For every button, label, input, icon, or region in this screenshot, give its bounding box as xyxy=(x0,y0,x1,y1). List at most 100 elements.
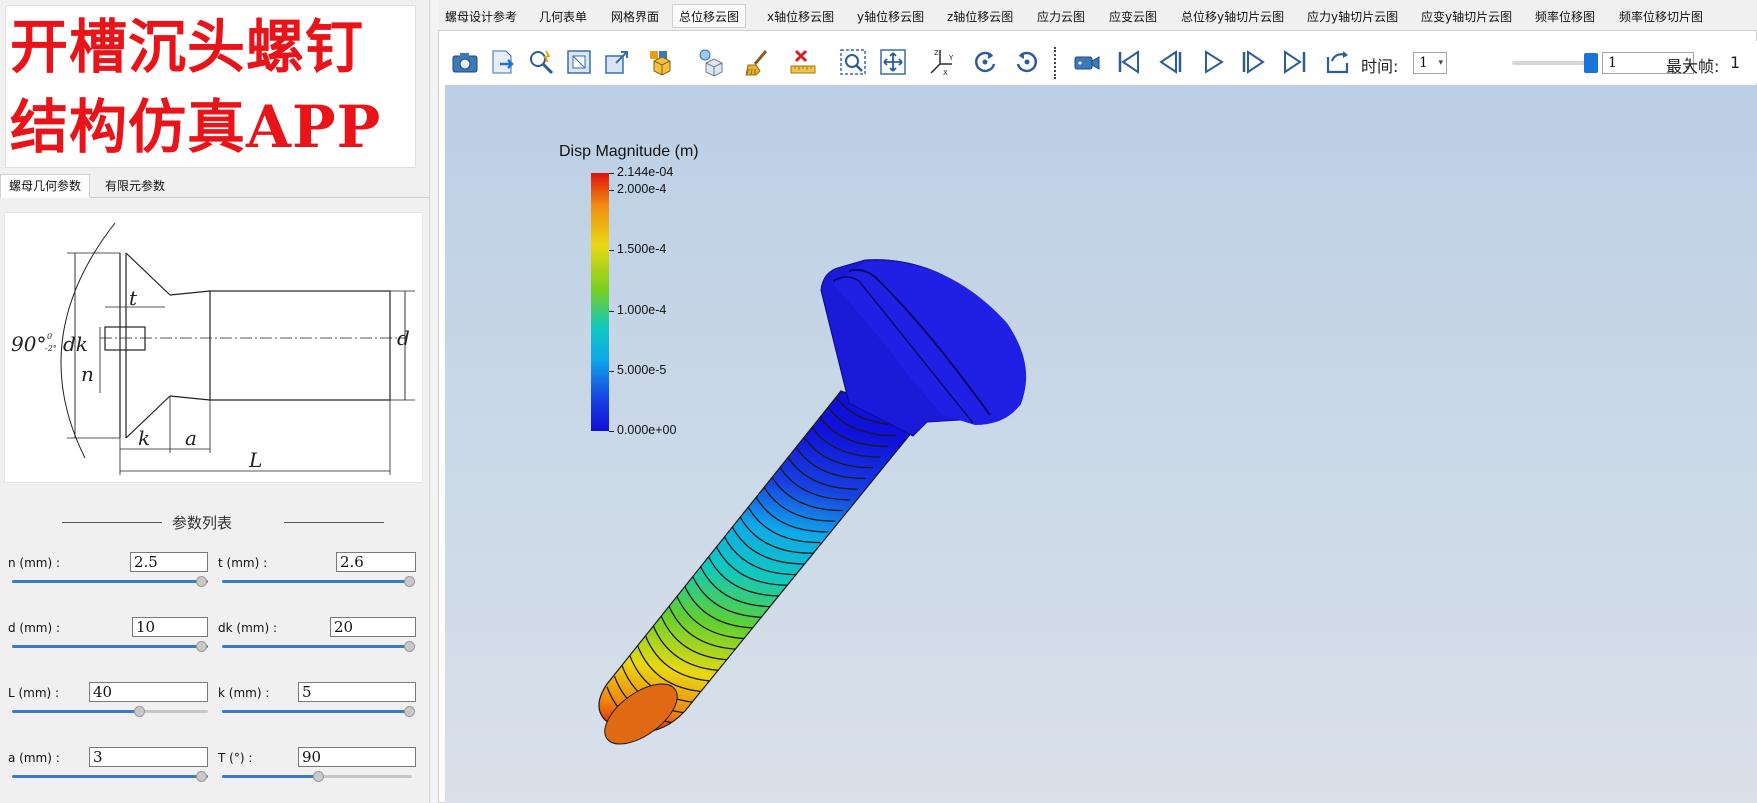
tab-total-displacement[interactable]: 总位移云图 xyxy=(672,4,747,28)
param-k-slider-thumb[interactable] xyxy=(404,706,415,717)
param-n-slider-track[interactable] xyxy=(12,580,208,583)
screw-diagram-drawing: 90° 0 -2° dk t n d k a L xyxy=(11,222,415,475)
screw-dimension-diagram: 90° 0 -2° dk t n d k a L xyxy=(4,212,423,483)
title-rule-right xyxy=(284,522,384,523)
chevron-down-icon: ▾ xyxy=(1438,58,1443,68)
param-T-slider-fill[interactable] xyxy=(222,775,318,778)
banner-title-line-1: 开槽沉头螺钉 xyxy=(10,13,365,81)
tab-frequency-displacement[interactable]: 频率位移图 xyxy=(1528,4,1602,28)
light-icon[interactable] xyxy=(694,45,728,79)
param-dk-slider-thumb[interactable] xyxy=(404,641,415,652)
loop-icon[interactable] xyxy=(1320,45,1354,79)
frame-slider-track[interactable] xyxy=(1512,61,1594,65)
tab-strain[interactable]: 应变云图 xyxy=(1102,4,1164,28)
tab-nut-geometry-params[interactable]: 螺母几何参数 xyxy=(0,174,91,198)
cube-color-icon[interactable] xyxy=(644,45,678,79)
param-t-slider-thumb[interactable] xyxy=(404,576,415,587)
tab-total-displacement-y-slice[interactable]: 总位移y轴切片云图 xyxy=(1174,4,1291,28)
param-t-slider-track[interactable] xyxy=(222,580,412,583)
prev-frame-icon[interactable] xyxy=(1154,45,1188,79)
play-icon[interactable] xyxy=(1196,45,1230,79)
diagram-n-label: n xyxy=(81,362,94,386)
clear-brush-icon[interactable] xyxy=(740,45,774,79)
param-list-title: 参数列表 xyxy=(172,514,233,532)
tab-x-displacement[interactable]: x轴位移云图 xyxy=(760,4,841,28)
diagram-a-label: a xyxy=(185,426,197,450)
last-frame-icon[interactable] xyxy=(1278,45,1312,79)
zoom-box-icon[interactable] xyxy=(836,45,870,79)
param-list-header: 参数列表 xyxy=(62,510,384,534)
axes-icon[interactable]: Z YX xyxy=(924,45,958,79)
tab-strain-y-slice[interactable]: 应变y轴切片云图 xyxy=(1414,4,1519,28)
max-frame-label: 最大帧: xyxy=(1666,57,1720,76)
screw-fea-model[interactable] xyxy=(445,85,1757,803)
param-L-label: L (mm) : xyxy=(8,686,60,700)
param-T: T (°) : 90 xyxy=(218,747,418,795)
param-T-slider-rest[interactable] xyxy=(318,775,412,778)
param-d-input[interactable]: 10 xyxy=(132,617,208,637)
result-viewer: ZYX 时间: 1 ▾ 1 ▴ ▾ 最大帧: 1 Disp Magnitude … xyxy=(438,30,1757,803)
camera-icon[interactable] xyxy=(448,45,482,79)
param-L-slider-thumb[interactable] xyxy=(134,706,145,717)
record-video-icon[interactable] xyxy=(1070,45,1104,79)
first-frame-icon[interactable] xyxy=(1112,45,1146,79)
pan-icon[interactable] xyxy=(876,45,910,79)
tab-stress-y-slice[interactable]: 应力y轴切片云图 xyxy=(1300,4,1405,28)
param-k-input[interactable]: 5 xyxy=(298,682,416,702)
param-k-slider-track[interactable] xyxy=(222,710,412,713)
param-L-input[interactable]: 40 xyxy=(89,682,208,702)
app-window: 开槽沉头螺钉 结构仿真APP 螺母几何参数 有限元参数 90° 0 -2° dk… xyxy=(0,0,1757,803)
diagram-d-label: d xyxy=(397,326,410,350)
delete-ruler-icon[interactable] xyxy=(786,45,820,79)
diagram-k-label: k xyxy=(138,426,150,450)
frame-slider-thumb[interactable] xyxy=(1584,53,1598,73)
param-a-input[interactable]: 3 xyxy=(89,747,208,767)
tab-fea-params[interactable]: 有限元参数 xyxy=(96,174,174,198)
param-n-label: n (mm) : xyxy=(8,556,61,570)
diagram-dk-label: dk xyxy=(63,332,88,356)
param-dk-input[interactable]: 20 xyxy=(330,617,416,637)
rotate-cw-icon[interactable] xyxy=(968,45,1002,79)
time-select[interactable]: 1 ▾ xyxy=(1413,52,1447,74)
diagram-angle-tol-upper: 0 xyxy=(47,332,52,341)
export-icon[interactable] xyxy=(486,45,520,79)
param-n-slider-thumb[interactable] xyxy=(196,576,207,587)
banner-title-line-2: 结构仿真APP xyxy=(10,93,382,161)
rotate-ccw-icon[interactable] xyxy=(1010,45,1044,79)
svg-text:Y: Y xyxy=(948,54,954,62)
tab-mesh-view[interactable]: 网格界面 xyxy=(604,4,666,28)
param-n-input[interactable]: 2.5 xyxy=(130,552,208,572)
time-label: 时间: xyxy=(1361,57,1399,76)
reset-view-icon[interactable] xyxy=(562,45,596,79)
fit-view-icon[interactable] xyxy=(600,45,634,79)
result-tab-bar: 螺母设计参考 几何表单 网格界面 总位移云图 x轴位移云图 y轴位移云图 z轴位… xyxy=(438,4,1757,30)
param-t: t (mm) : 2.6 xyxy=(218,552,418,600)
param-d-slider-thumb[interactable] xyxy=(196,641,207,652)
tab-stress[interactable]: 应力云图 xyxy=(1030,4,1092,28)
param-T-input[interactable]: 90 xyxy=(298,747,416,767)
tab-z-displacement[interactable]: z轴位移云图 xyxy=(940,4,1020,28)
param-a-slider-track[interactable] xyxy=(12,775,208,778)
toolbar-separator xyxy=(1054,47,1056,79)
tab-geometry-form[interactable]: 几何表单 xyxy=(532,4,594,28)
viewer-toolbar: ZYX 时间: 1 ▾ 1 ▴ ▾ 最大帧: 1 xyxy=(440,41,1757,83)
param-d-label: d (mm) : xyxy=(8,621,61,635)
param-L-slider-fill[interactable] xyxy=(12,710,140,713)
next-frame-icon[interactable] xyxy=(1236,45,1270,79)
param-t-input[interactable]: 2.6 xyxy=(336,552,416,572)
param-L-slider-rest[interactable] xyxy=(140,710,208,713)
param-dk-slider-track[interactable] xyxy=(222,645,412,648)
probe-icon[interactable] xyxy=(524,45,558,79)
render-viewport[interactable]: Disp Magnitude (m) 2.144e-04 2.000e-4 1.50… xyxy=(445,85,1757,803)
tab-frequency-displacement-slice[interactable]: 频率位移切片图 xyxy=(1612,4,1710,28)
app-banner: 开槽沉头螺钉 结构仿真APP xyxy=(5,5,416,168)
param-a-slider-thumb[interactable] xyxy=(196,771,207,782)
param-d-slider-track[interactable] xyxy=(12,645,208,648)
param-k: k (mm) : 5 xyxy=(218,682,418,730)
param-a-label: a (mm) : xyxy=(8,751,60,765)
param-n: n (mm) : 2.5 xyxy=(8,552,208,600)
param-T-slider-thumb[interactable] xyxy=(313,771,324,782)
tab-nut-design-reference[interactable]: 螺母设计参考 xyxy=(438,4,524,28)
tab-y-displacement[interactable]: y轴位移云图 xyxy=(850,4,931,28)
diagram-t-label: t xyxy=(129,286,138,310)
